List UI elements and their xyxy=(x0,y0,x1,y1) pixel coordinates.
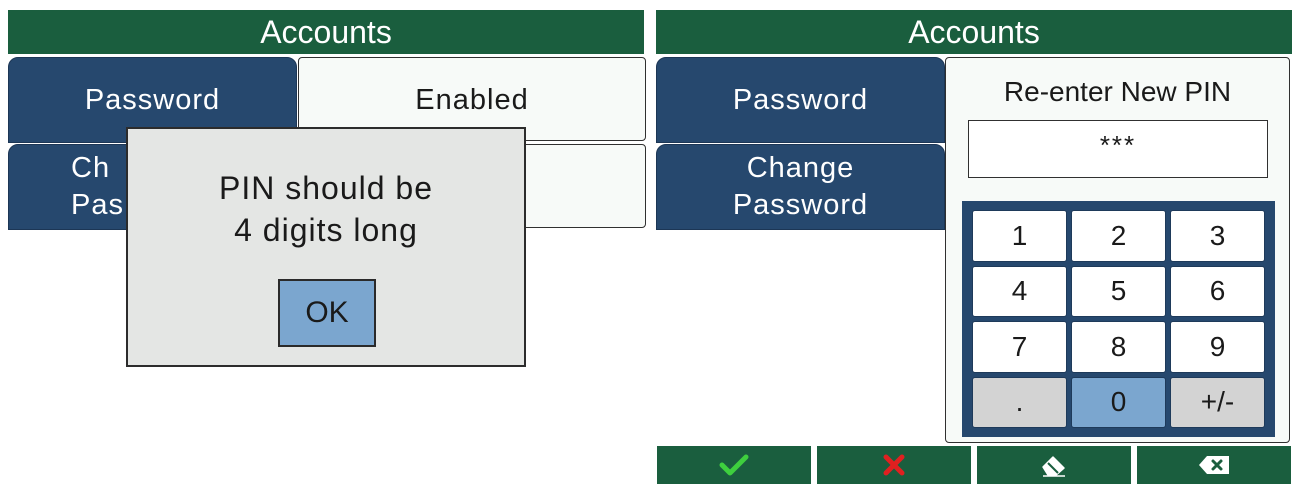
dialog-message-line2: 4 digits long xyxy=(234,212,418,248)
check-icon xyxy=(719,454,749,476)
page-title: Accounts xyxy=(8,10,644,54)
clear-button[interactable] xyxy=(977,446,1131,484)
change-password-label-line1: Ch xyxy=(71,152,111,184)
change-password-button[interactable]: Change Password xyxy=(656,144,945,230)
dialog-message-line1: PIN should be xyxy=(218,170,433,206)
key-0[interactable]: 0 xyxy=(1071,376,1166,428)
key-6[interactable]: 6 xyxy=(1170,265,1265,317)
accounts-screen-left: Accounts Password Enabled Ch Pas PIN sho… xyxy=(0,0,649,486)
backspace-button[interactable] xyxy=(1137,446,1291,484)
pin-entry-panel: Re-enter New PIN *** 1 2 3 4 5 6 7 8 9 .… xyxy=(945,57,1290,443)
password-button-label: Password xyxy=(732,83,869,116)
cross-icon xyxy=(883,454,905,476)
key-3[interactable]: 3 xyxy=(1170,210,1265,262)
backspace-icon xyxy=(1199,456,1229,474)
pin-length-dialog: PIN should be 4 digits long OK xyxy=(126,127,526,367)
numeric-keypad: 1 2 3 4 5 6 7 8 9 . 0 +/- xyxy=(962,201,1275,437)
key-4[interactable]: 4 xyxy=(972,265,1067,317)
key-1[interactable]: 1 xyxy=(972,210,1067,262)
key-plus-minus[interactable]: +/- xyxy=(1170,376,1265,428)
key-2[interactable]: 2 xyxy=(1071,210,1166,262)
page-title: Accounts xyxy=(656,10,1292,54)
change-password-label-line1: Change xyxy=(746,152,855,184)
key-7[interactable]: 7 xyxy=(972,321,1067,373)
cancel-button[interactable] xyxy=(817,446,971,484)
confirm-button[interactable] xyxy=(657,446,811,484)
password-button[interactable]: Password xyxy=(656,57,945,143)
key-5[interactable]: 5 xyxy=(1071,265,1166,317)
key-decimal[interactable]: . xyxy=(972,376,1067,428)
pin-prompt: Re-enter New PIN xyxy=(1003,76,1232,107)
password-button-label: Password xyxy=(84,83,221,116)
key-8[interactable]: 8 xyxy=(1071,321,1166,373)
key-9[interactable]: 9 xyxy=(1170,321,1265,373)
pin-input[interactable]: *** xyxy=(968,120,1268,178)
eraser-icon xyxy=(1042,456,1065,477)
accounts-screen-right: Accounts Password Change Password Re-ent… xyxy=(649,0,1298,486)
dialog-message: PIN should be 4 digits long xyxy=(128,167,524,251)
ok-button[interactable]: OK xyxy=(278,279,376,347)
change-password-label-line2: Password xyxy=(732,189,869,221)
change-password-label-line2: Pas xyxy=(71,189,124,221)
